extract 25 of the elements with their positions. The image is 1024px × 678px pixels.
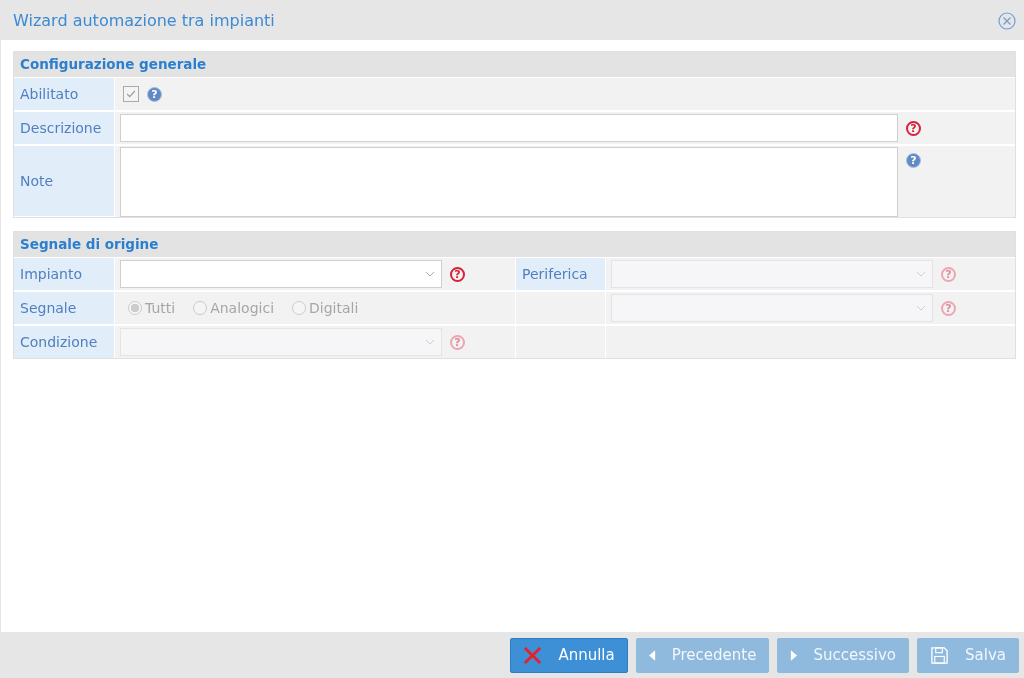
help-icon[interactable]: ? (906, 120, 921, 136)
close-icon[interactable] (998, 12, 1016, 30)
chevron-down-icon (916, 305, 926, 311)
field-label: Descrizione (14, 112, 114, 144)
help-icon[interactable]: ? (906, 153, 921, 168)
field-label: Condizione (14, 326, 114, 358)
help-icon[interactable]: ? (450, 266, 465, 282)
right-triangle-icon (790, 649, 798, 661)
section-header: Configurazione generale (14, 52, 1015, 77)
left-triangle-icon (648, 649, 656, 661)
field-label: Segnale (14, 292, 114, 324)
check-icon (125, 88, 137, 100)
chevron-down-icon (916, 271, 926, 277)
description-field[interactable] (120, 114, 898, 142)
field-label: Abilitato (14, 78, 114, 110)
chevron-down-icon (425, 339, 435, 345)
field-label: Note (14, 146, 114, 216)
field-label: Impianto (14, 258, 114, 290)
chevron-down-icon (425, 271, 435, 277)
field-label: Periferica (516, 258, 605, 290)
footer-button[interactable]: Annulla (510, 637, 628, 673)
cross-icon (523, 645, 543, 665)
dropdown-field[interactable] (120, 260, 442, 288)
window-title: Wizard automazione tra impianti (13, 10, 275, 30)
section-header: Segnale di origine (14, 232, 1015, 257)
